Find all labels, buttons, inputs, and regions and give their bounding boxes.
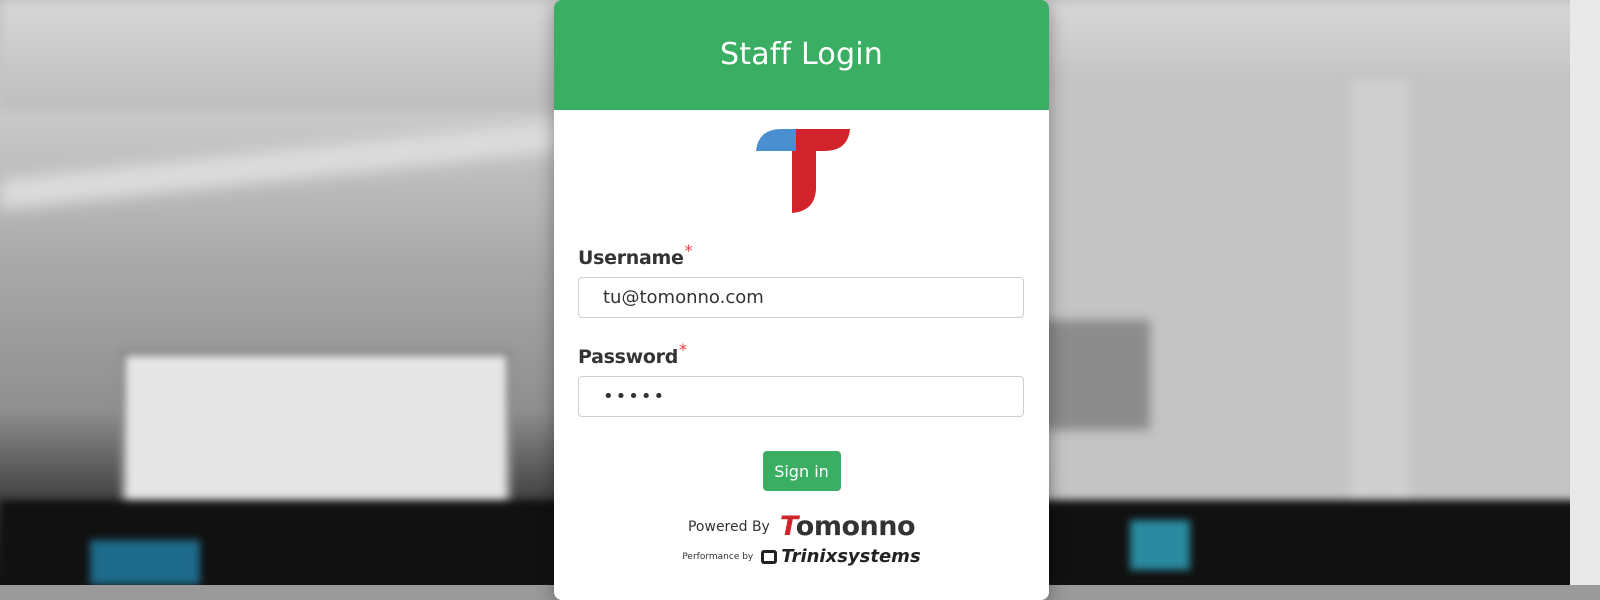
username-input[interactable] — [578, 277, 1024, 318]
tomonno-logo-icon — [755, 129, 850, 213]
required-star-icon: * — [684, 241, 693, 260]
powered-by: Powered By T omonno — [578, 511, 1025, 542]
trinix-logo-icon — [761, 549, 778, 564]
performance-by: Performance by Trinixsystems — [578, 546, 1025, 567]
password-input[interactable] — [578, 376, 1024, 417]
login-header: Staff Login — [554, 0, 1049, 110]
login-card: Staff Login Username* Password* Sign in … — [554, 0, 1049, 600]
powered-by-label: Powered By — [687, 518, 770, 535]
username-label: Username — [578, 247, 684, 269]
login-form: Username* Password* Sign in Powered By T… — [554, 241, 1049, 567]
page-title: Staff Login — [720, 36, 883, 72]
submit-row: Sign in — [578, 451, 1025, 491]
trinix-name: Trinixsystems — [781, 546, 921, 567]
sign-in-button[interactable]: Sign in — [762, 451, 841, 491]
password-group: Password* — [578, 340, 1025, 417]
tomonno-brand: T omonno — [780, 511, 916, 542]
required-star-icon: * — [679, 340, 688, 359]
password-label: Password — [578, 346, 679, 368]
performance-label: Performance by — [682, 551, 754, 562]
username-group: Username* — [578, 241, 1025, 318]
trinix-brand: Trinixsystems — [761, 546, 921, 567]
brand-name: omonno — [795, 511, 916, 542]
